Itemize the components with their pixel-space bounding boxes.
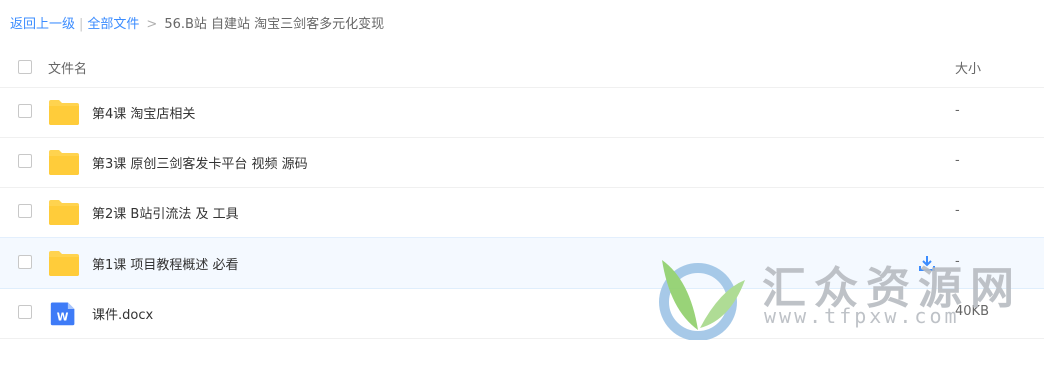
file-row[interactable]: W 课件.docx 40KB — [0, 288, 1044, 339]
file-size: - — [955, 153, 960, 168]
folder-icon — [49, 100, 79, 125]
file-size: 40KB — [955, 304, 989, 319]
file-name[interactable]: 第1课 项目教程概述 必看 — [92, 254, 239, 273]
folder-icon — [49, 150, 79, 175]
folder-icon — [49, 200, 79, 225]
all-files-link[interactable]: 全部文件 — [87, 17, 139, 32]
file-name[interactable]: 第2课 B站引流法 及 工具 — [92, 203, 239, 222]
breadcrumb-separator: | — [79, 17, 84, 32]
word-doc-icon: W — [50, 302, 75, 326]
breadcrumb-current: 56.B站 自建站 淘宝三剑客多元化变现 — [164, 17, 385, 32]
breadcrumb-arrow: > — [146, 17, 158, 32]
back-link[interactable]: 返回上一级 — [10, 17, 75, 32]
file-size: - — [955, 203, 960, 218]
download-icon[interactable] — [918, 254, 936, 272]
svg-text:W: W — [57, 311, 69, 323]
breadcrumb: 返回上一级 | 全部文件 >56.B站 自建站 淘宝三剑客多元化变现 — [10, 13, 384, 32]
file-row[interactable]: 第2课 B站引流法 及 工具 - — [0, 187, 1044, 238]
row-checkbox[interactable] — [18, 204, 32, 218]
file-name[interactable]: 第3课 原创三剑客发卡平台 视频 源码 — [92, 153, 308, 172]
file-name[interactable]: 课件.docx — [92, 304, 153, 323]
file-list-header: 文件名 大小 — [0, 44, 1044, 88]
row-checkbox[interactable] — [18, 255, 32, 269]
file-size: - — [955, 103, 960, 118]
row-checkbox[interactable] — [18, 104, 32, 118]
file-row[interactable]: 第4课 淘宝店相关 - — [0, 87, 1044, 138]
column-header-size[interactable]: 大小 — [955, 58, 981, 77]
row-checkbox[interactable] — [18, 305, 32, 319]
folder-icon — [49, 251, 79, 276]
select-all-checkbox[interactable] — [18, 60, 32, 74]
file-size: - — [955, 254, 960, 269]
file-name[interactable]: 第4课 淘宝店相关 — [92, 103, 195, 122]
row-checkbox[interactable] — [18, 154, 32, 168]
file-row[interactable]: 第3课 原创三剑客发卡平台 视频 源码 - — [0, 137, 1044, 188]
column-header-name[interactable]: 文件名 — [48, 58, 87, 77]
file-row[interactable]: 第1课 项目教程概述 必看 - — [0, 237, 1044, 289]
